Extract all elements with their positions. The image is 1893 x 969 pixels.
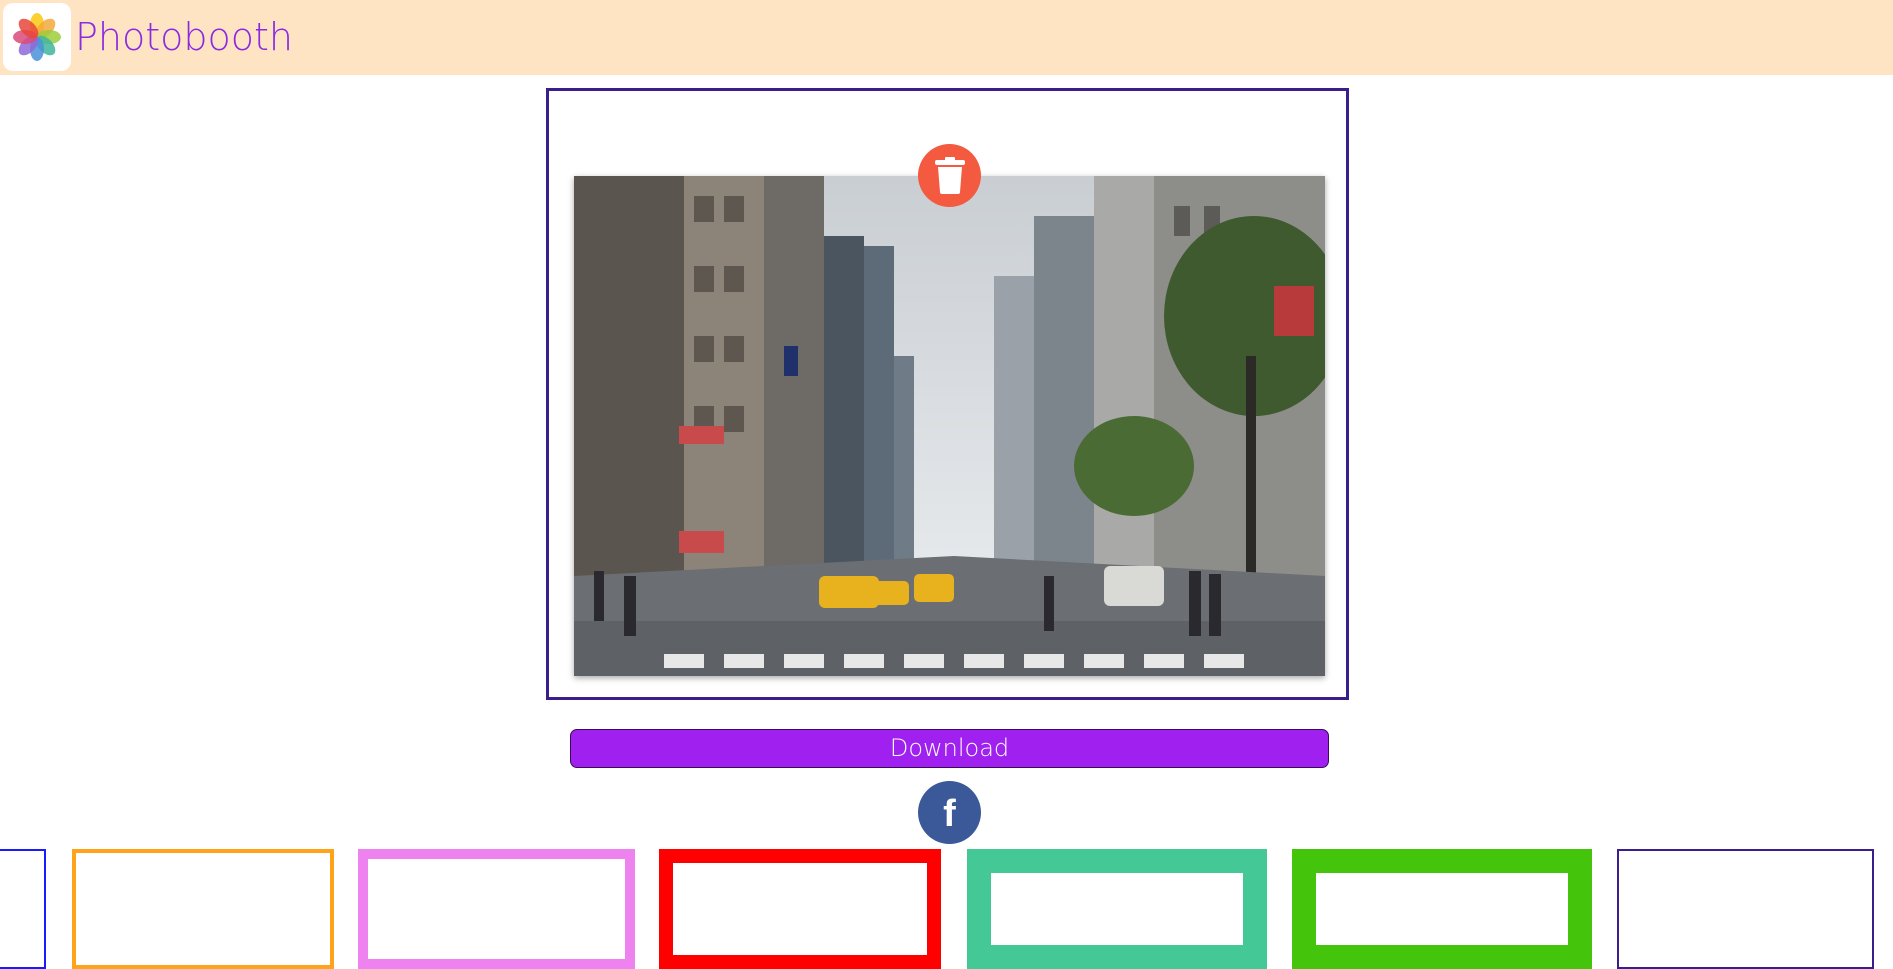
facebook-icon: f (943, 793, 956, 835)
photos-flower-icon[interactable] (3, 3, 71, 71)
frame-option-swatch[interactable] (0, 849, 46, 969)
street-photo-image (574, 176, 1325, 676)
frame-option-swatch[interactable] (659, 849, 941, 969)
frame-option-swatch[interactable] (967, 849, 1267, 969)
app-title: Photobooth (75, 15, 293, 59)
frame-option-swatch[interactable] (72, 849, 334, 969)
download-button[interactable]: Download (570, 729, 1329, 768)
trash-icon (935, 157, 965, 194)
app-header: Photobooth (0, 0, 1893, 75)
frame-option-swatch[interactable] (1292, 849, 1592, 969)
facebook-share-button[interactable]: f (918, 781, 981, 844)
frame-option-swatch[interactable] (358, 849, 635, 969)
frame-option-swatch[interactable] (1617, 849, 1874, 969)
delete-photo-button[interactable] (918, 144, 981, 207)
